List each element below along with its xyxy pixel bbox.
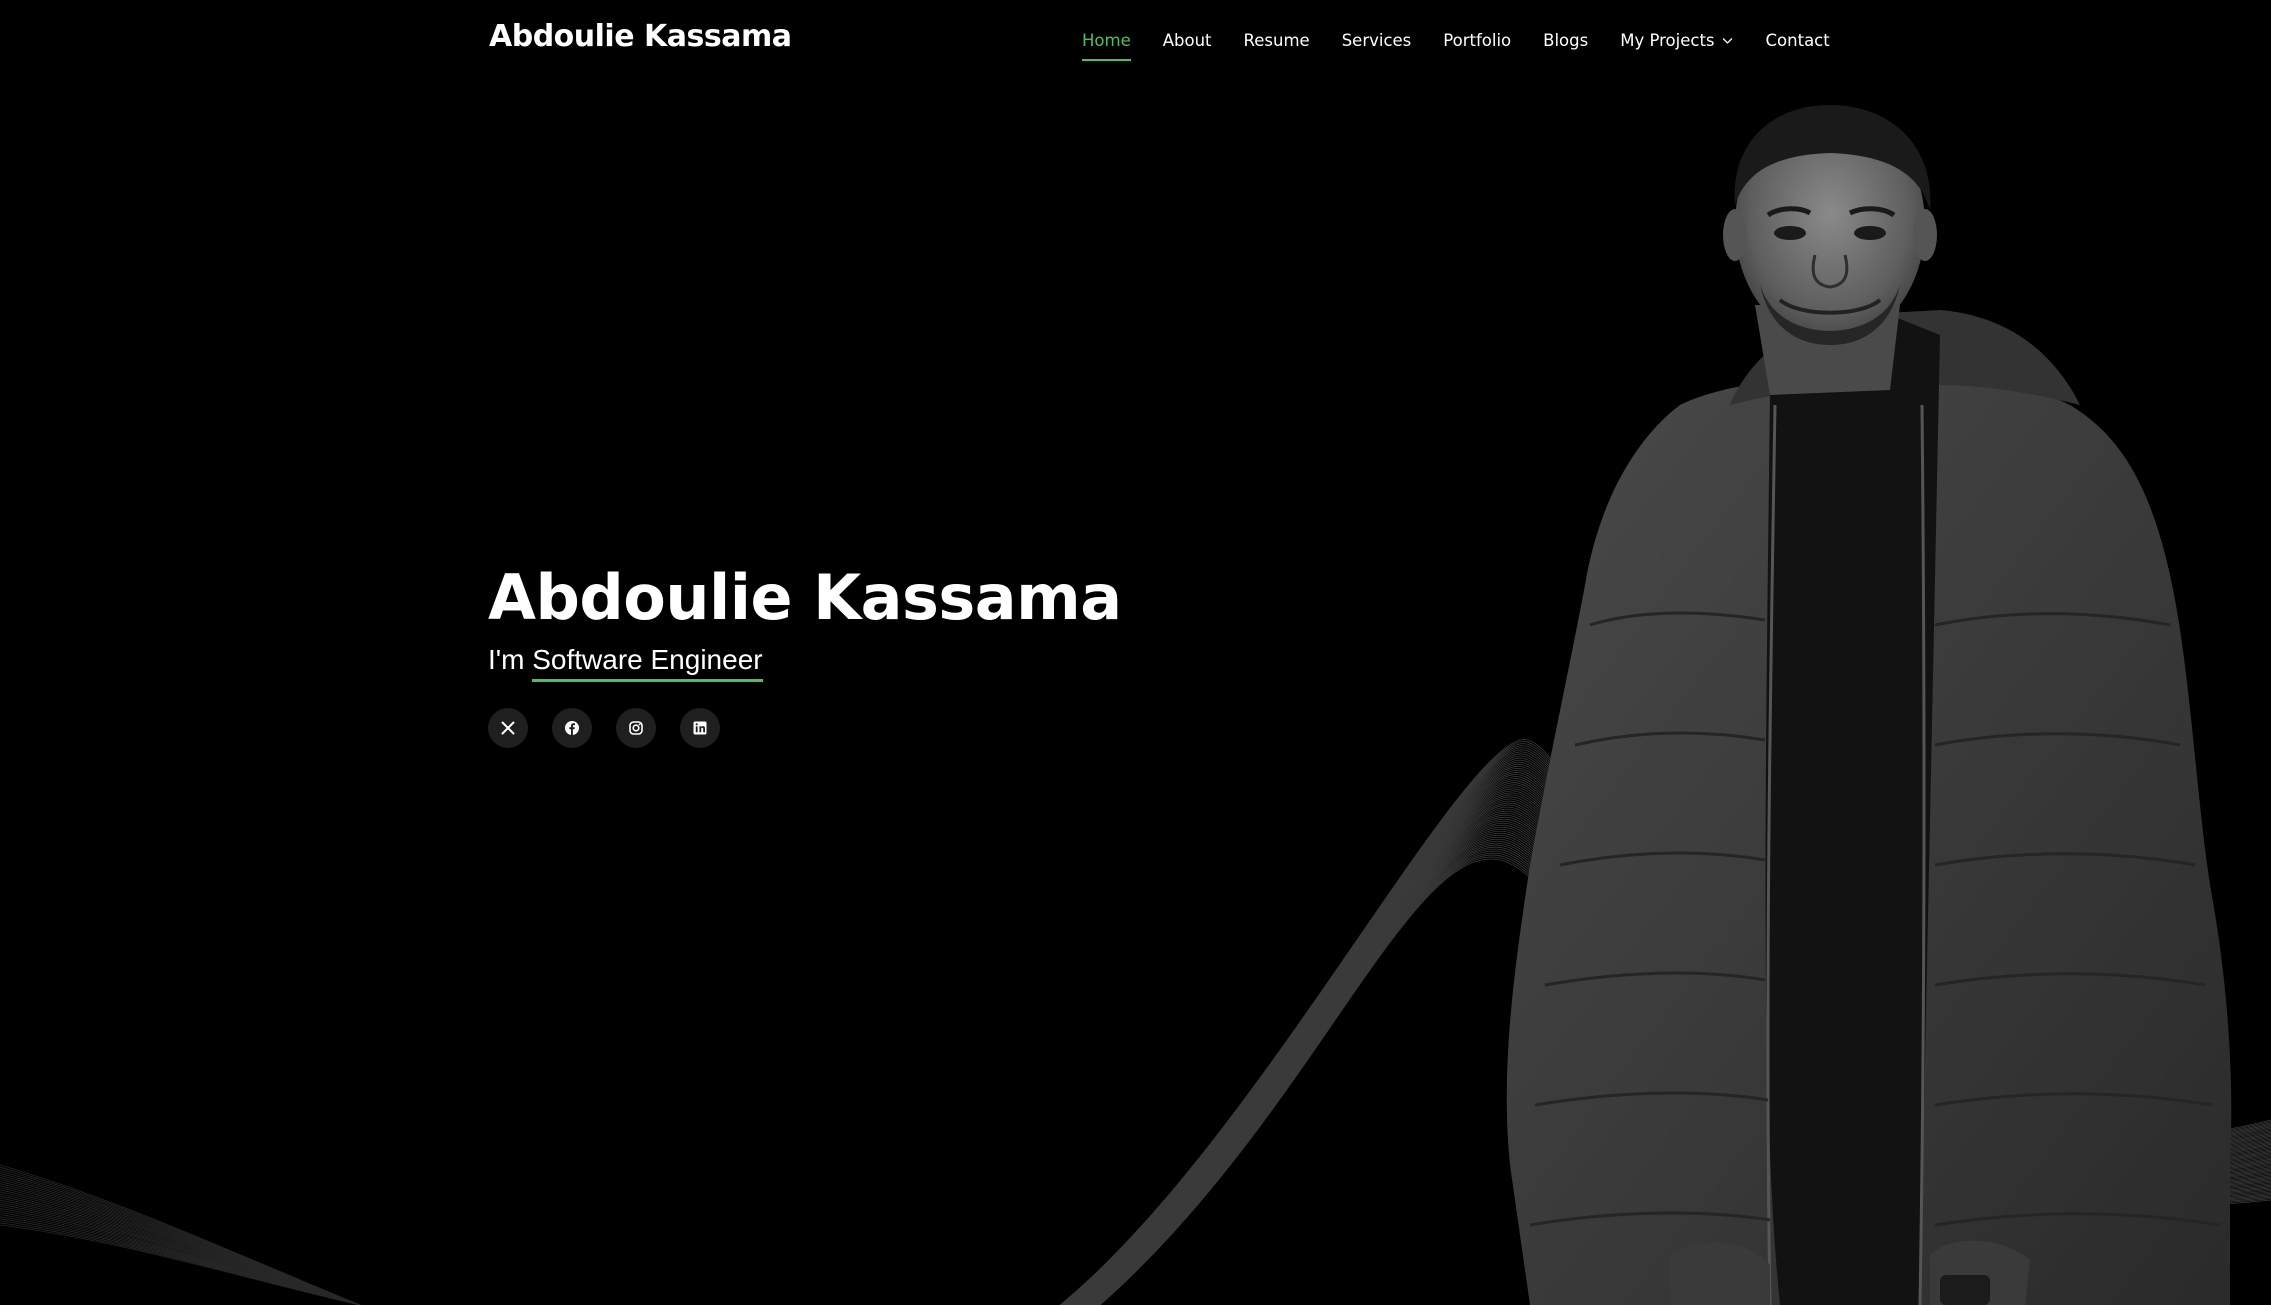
instagram-icon [629,721,643,735]
hero-prefix: I'm [488,644,525,675]
nav-item-blogs[interactable]: Blogs [1543,28,1588,52]
twitter-link[interactable] [488,708,528,748]
nav-item-label: Home [1082,30,1131,50]
hero-section: Abdoulie Kassama I'm Software Engineer [488,560,1122,748]
site-header: Abdoulie Kassama Home About Resume Servi… [0,0,2271,80]
facebook-icon [565,721,579,735]
linkedin-link[interactable] [680,708,720,748]
hero-name: Abdoulie Kassama [488,561,1122,634]
nav-item-about[interactable]: About [1163,28,1212,52]
nav-item-my-projects[interactable]: My Projects [1620,28,1733,52]
nav-item-contact[interactable]: Contact [1766,28,1830,52]
main-nav: Home About Resume Services Portfolio Blo… [1082,28,1830,61]
nav-item-home[interactable]: Home [1082,28,1131,61]
nav-item-label: About [1162,30,1212,50]
chevron-down-icon [1722,37,1732,44]
facebook-link[interactable] [552,708,592,748]
nav-item-label: Blogs [1543,30,1589,50]
site-logo[interactable]: Abdoulie Kassama [489,19,792,54]
nav-item-label: Resume [1243,30,1310,50]
social-links [488,708,1122,748]
nav-item-portfolio[interactable]: Portfolio [1443,28,1511,52]
nav-item-label: Services [1341,30,1412,50]
nav-item-label: Contact [1765,30,1830,50]
nav-item-services[interactable]: Services [1342,28,1412,52]
nav-item-resume[interactable]: Resume [1244,28,1310,52]
hero-subtitle: I'm Software Engineer [488,642,1122,682]
hero-role: Software Engineer [532,642,763,682]
nav-item-label: My Projects [1620,30,1715,50]
linkedin-icon [693,721,707,735]
x-twitter-icon [501,721,515,735]
nav-item-label: Portfolio [1443,30,1512,50]
instagram-link[interactable] [616,708,656,748]
profile-photo [1506,105,2232,1305]
